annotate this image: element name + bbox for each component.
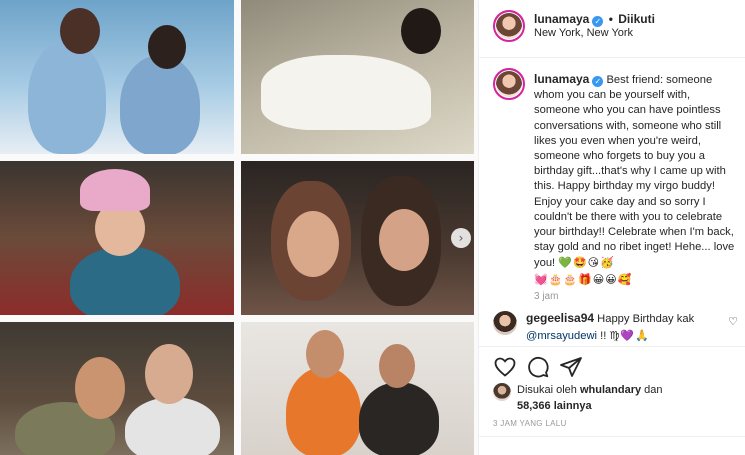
person-head (60, 8, 100, 54)
header-user-line: lunamaya ✓ • Diikuti (534, 12, 655, 27)
post-timestamp[interactable]: 3 JAM YANG LALU (493, 419, 567, 428)
person-figure (70, 246, 180, 315)
comment-emojis: ♍💜🙏 (609, 328, 650, 342)
caption-time[interactable]: 3 jam (534, 291, 558, 302)
person-figure (125, 397, 220, 455)
photo-tile-5 (0, 322, 234, 455)
comment-text: gegeelisa94 Happy Birthday kak @mrsayude… (526, 311, 721, 344)
person-figure (28, 40, 106, 154)
divider (479, 436, 745, 437)
likes-count-link[interactable]: 58,366 (517, 400, 551, 412)
caption-username[interactable]: lunamaya (534, 72, 589, 86)
photo-tile-3 (0, 161, 234, 315)
paper-plane-icon[interactable] (559, 355, 583, 379)
photo-collage: › (0, 0, 478, 455)
person-head (148, 25, 186, 69)
likes-suffix[interactable]: lainnya (554, 400, 592, 412)
location-link[interactable]: New York, New York (534, 27, 633, 39)
person-face (145, 344, 193, 404)
avatar[interactable] (493, 311, 517, 335)
avatar[interactable] (493, 10, 525, 42)
username-link[interactable]: lunamaya (534, 12, 589, 26)
avatar[interactable] (493, 68, 525, 100)
next-photo-icon[interactable]: › (451, 228, 471, 248)
post-header: lunamaya ✓ • Diikuti New York, New York (479, 0, 745, 58)
person-face (287, 211, 339, 277)
photo-tile-1 (0, 0, 234, 154)
comment-username[interactable]: gegeelisa94 (526, 311, 594, 325)
comment-suffix: !! (600, 329, 607, 342)
person-figure (286, 367, 361, 455)
person-face (75, 357, 125, 419)
person-face (306, 330, 344, 378)
comment-body: Happy Birthday kak (597, 313, 695, 325)
likes-connector: dan (644, 384, 663, 396)
comment-mention-link[interactable]: @mrsayudewi (526, 330, 597, 342)
photo-tile-2 (241, 0, 474, 154)
caption-body: Best friend: someone whom you can be you… (534, 74, 735, 270)
follow-status-button[interactable]: Diikuti (618, 12, 655, 26)
person-head (401, 8, 441, 54)
caption-emojis: 💓🎂🎂🎁😀😀🥰 (534, 272, 633, 286)
separator-dot: • (608, 12, 613, 26)
comment-bubble-icon[interactable] (526, 355, 550, 379)
caption-emojis: 💚🤩😘🥳 (558, 256, 615, 270)
person-face (379, 344, 415, 388)
post-detail-panel: lunamaya ✓ • Diikuti New York, New York l… (478, 0, 745, 455)
person-figure (120, 55, 200, 154)
person-figure (359, 382, 439, 455)
person-face (379, 209, 429, 271)
verified-check-icon: ✓ (592, 76, 604, 87)
likes-user-link[interactable]: whulandary (580, 384, 641, 396)
person-figure (261, 55, 431, 130)
likes-text: Disukai oleh whulandary dan 58,366 lainn… (517, 383, 727, 414)
headdress (80, 169, 150, 211)
photo-tile-6 (241, 322, 474, 455)
photo-tile-4 (241, 161, 474, 315)
post-actions-bar (479, 346, 745, 386)
avatar[interactable] (493, 383, 511, 401)
heart-icon[interactable] (493, 355, 517, 379)
likes-prefix: Disukai oleh (517, 384, 577, 396)
caption-text-block: lunamaya ✓ Best friend: someone whom you … (534, 72, 739, 288)
comment-like-heart-icon[interactable]: ♡ (728, 315, 738, 328)
verified-check-icon: ✓ (592, 16, 604, 27)
